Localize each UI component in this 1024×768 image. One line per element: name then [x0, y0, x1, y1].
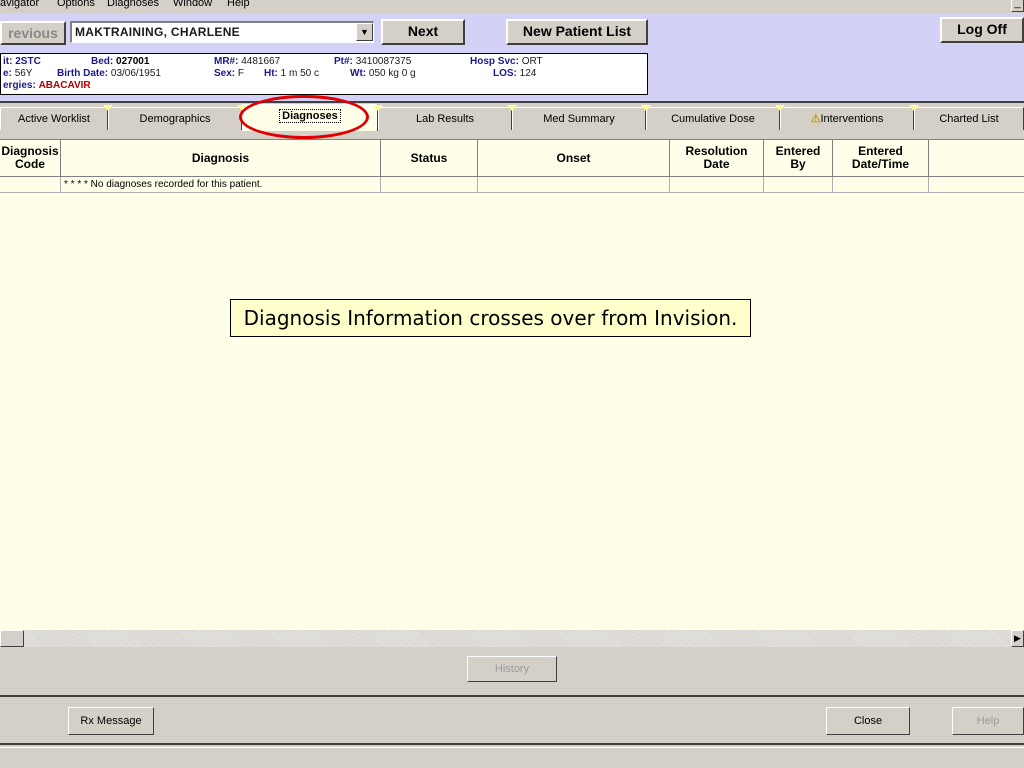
tab-demographics[interactable]: Demographics: [108, 107, 242, 130]
patient-header: revious MAKTRAINING, CHARLENE ▼ Next New…: [0, 13, 1024, 101]
next-button[interactable]: Next: [381, 19, 465, 45]
tab-divider-marker: [641, 105, 651, 111]
log-off-button[interactable]: Log Off: [940, 17, 1024, 43]
menu-bar: avigator Options Diagnoses Window Help _: [0, 0, 1024, 13]
scroll-right-icon[interactable]: ▶: [1011, 630, 1024, 647]
cell-code: [0, 177, 61, 193]
help-button[interactable]: Help: [952, 707, 1024, 735]
cell-entered-by: [764, 177, 833, 193]
height-field: Ht: 1 m 50 c: [264, 68, 320, 79]
pt-field: Pt#: 3410087375: [334, 56, 412, 67]
table-row[interactable]: * * * * No diagnoses recorded for this p…: [0, 177, 1024, 193]
cell-status: [381, 177, 478, 193]
cell-blank: [929, 177, 1024, 193]
unit-field: it: 2STC: [3, 56, 41, 67]
col-resolution-date[interactable]: Resolution Date: [670, 140, 764, 177]
col-onset[interactable]: Onset: [478, 140, 670, 177]
horizontal-scrollbar[interactable]: ▶: [0, 630, 1024, 647]
tab-divider-marker: [507, 105, 517, 111]
patient-info-box: it: 2STC Bed: 027001 MR#: 4481667 Pt#: 3…: [0, 53, 648, 95]
callout-annotation: Diagnosis Information crosses over from …: [230, 299, 751, 337]
col-entered-by[interactable]: Entered By: [764, 140, 833, 177]
menu-navigator[interactable]: avigator: [0, 0, 39, 9]
chevron-down-icon[interactable]: ▼: [356, 23, 373, 41]
age-field: e: 56Y: [3, 68, 33, 79]
tab-diagnoses[interactable]: Diagnoses: [242, 104, 378, 131]
scroll-thumb[interactable]: [0, 630, 24, 647]
tab-lab-results[interactable]: Lab Results: [378, 107, 512, 130]
tab-divider-marker: [103, 105, 113, 111]
cell-resolution-date: [670, 177, 764, 193]
cell-onset: [478, 177, 670, 193]
menu-window[interactable]: Window: [173, 0, 212, 9]
history-button[interactable]: History: [467, 656, 557, 682]
hosp-svc-field: Hosp Svc: ORT: [470, 56, 543, 67]
col-status[interactable]: Status: [381, 140, 478, 177]
new-patient-list-button[interactable]: New Patient List: [506, 19, 648, 45]
cell-entered-datetime: [833, 177, 929, 193]
tab-strip: Active Worklist Demographics Diagnoses L…: [0, 101, 1024, 131]
bottom-panel: History: [0, 647, 1024, 697]
cell-diagnosis: * * * * No diagnoses recorded for this p…: [61, 177, 381, 193]
sex-field: Sex: F: [214, 68, 245, 79]
tab-cumulative-dose[interactable]: Cumulative Dose: [646, 107, 780, 130]
tab-med-summary[interactable]: Med Summary: [512, 107, 646, 130]
previous-button[interactable]: revious: [0, 21, 66, 45]
warning-icon: ⚠: [810, 113, 821, 125]
status-bar: [0, 747, 1024, 768]
allergies-field: ergies: ABACAVIR: [3, 80, 91, 91]
tab-divider-marker: [237, 105, 247, 111]
menu-options[interactable]: Options: [57, 0, 95, 9]
col-diagnosis-code[interactable]: Diagnosis Code: [0, 140, 61, 177]
bed-field: Bed: 027001: [91, 56, 150, 67]
minimize-button[interactable]: _: [1011, 0, 1024, 12]
close-button[interactable]: Close: [826, 707, 910, 735]
weight-field: Wt: 050 kg 0 g: [350, 68, 416, 79]
action-bar: Rx Message Close Help: [0, 699, 1024, 745]
col-diagnosis[interactable]: Diagnosis: [61, 140, 381, 177]
diagnoses-grid: Diagnosis Code Diagnosis Status Onset Re…: [0, 139, 1024, 630]
tab-divider-marker: [775, 105, 785, 111]
menu-help[interactable]: Help: [227, 0, 250, 9]
birth-date-field: Birth Date: 03/06/1951: [57, 68, 161, 79]
menu-diagnoses[interactable]: Diagnoses: [107, 0, 159, 9]
mr-field: MR#: 4481667: [214, 56, 281, 67]
col-entered-datetime[interactable]: Entered Date/Time: [833, 140, 929, 177]
tab-divider-marker: [909, 105, 919, 111]
tab-active-worklist[interactable]: Active Worklist: [0, 107, 108, 130]
tab-divider-marker: [373, 105, 383, 111]
patient-name: MAKTRAINING, CHARLENE: [75, 25, 240, 39]
col-blank: [929, 140, 1024, 177]
tab-interventions[interactable]: ⚠Interventions: [780, 107, 914, 130]
patient-select[interactable]: MAKTRAINING, CHARLENE ▼: [70, 21, 374, 43]
rx-message-button[interactable]: Rx Message: [68, 707, 154, 735]
los-field: LOS: 124: [493, 68, 537, 79]
tab-charted-list[interactable]: Charted List: [914, 107, 1024, 130]
grid-header: Diagnosis Code Diagnosis Status Onset Re…: [0, 140, 1024, 177]
